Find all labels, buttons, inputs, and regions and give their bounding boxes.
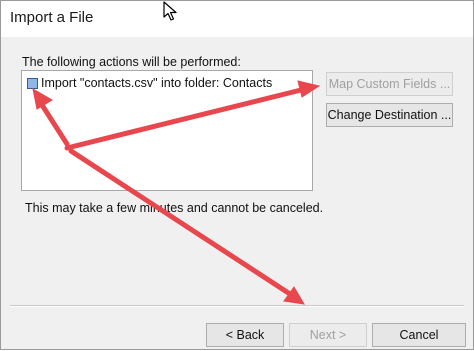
map-custom-fields-button[interactable]: Map Custom Fields ...	[326, 72, 453, 96]
title-bar: Import a File	[1, 1, 473, 37]
change-destination-button[interactable]: Change Destination ...	[326, 103, 453, 127]
action-item-icon	[27, 77, 38, 89]
warning-note: This may take a few minutes and cannot b…	[25, 201, 324, 215]
arrowhead-next	[283, 286, 305, 305]
list-item-label: Import "contacts.csv" into folder: Conta…	[41, 76, 273, 90]
actions-label: The following actions will be performed:	[22, 55, 241, 69]
divider	[10, 305, 464, 307]
back-button[interactable]: < Back	[206, 323, 284, 347]
dialog-title: Import a File	[10, 9, 94, 26]
actions-list[interactable]: Import "contacts.csv" into folder: Conta…	[21, 70, 313, 191]
mouse-cursor-icon	[163, 1, 177, 21]
next-button[interactable]: Next >	[289, 323, 367, 347]
list-item[interactable]: Import "contacts.csv" into folder: Conta…	[27, 76, 272, 90]
cancel-button[interactable]: Cancel	[372, 323, 466, 347]
import-file-dialog: Import a File The following actions will…	[0, 0, 474, 350]
